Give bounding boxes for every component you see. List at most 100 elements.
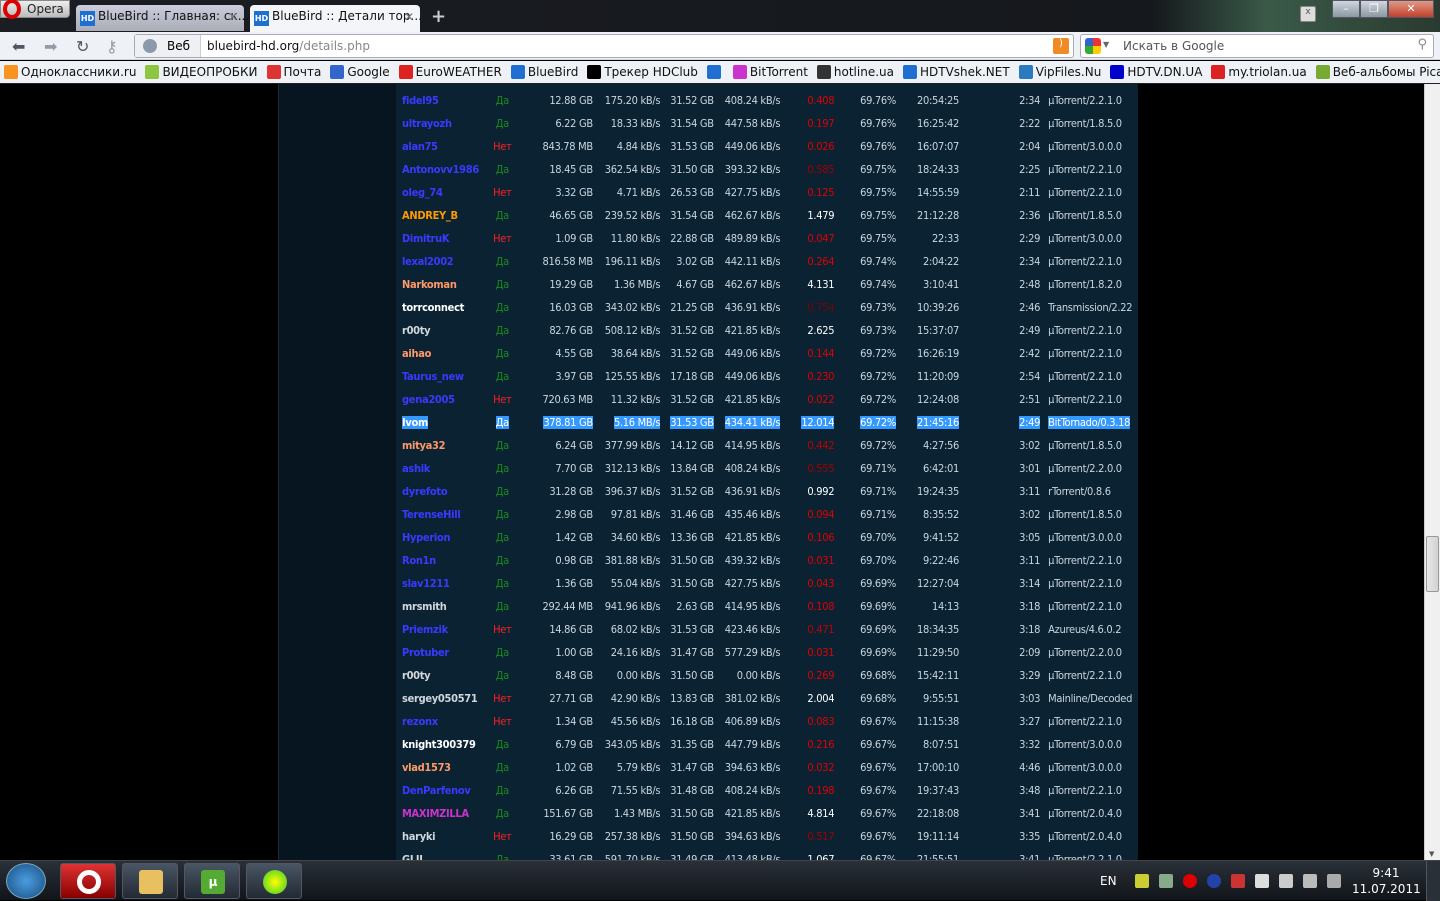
peer-name-cell[interactable]: lexal2002 bbox=[396, 250, 491, 273]
peer-name-cell[interactable]: slav1211 bbox=[396, 572, 491, 595]
language-indicator[interactable]: EN bbox=[1100, 874, 1117, 888]
taskbar-icq[interactable] bbox=[246, 863, 302, 899]
peer-name[interactable]: dyrefoto bbox=[402, 485, 448, 498]
kaspersky-icon[interactable] bbox=[1230, 874, 1245, 888]
peer-name[interactable]: oleg_74 bbox=[402, 186, 443, 199]
bookmark-item[interactable]: Одноклассники.ru bbox=[4, 65, 136, 79]
bookmark-item[interactable] bbox=[706, 65, 724, 79]
close-tab-icon[interactable]: ✕ bbox=[228, 10, 238, 24]
peer-name[interactable]: DenParfenov bbox=[402, 784, 471, 797]
bookmark-item[interactable]: BitTorrent bbox=[732, 65, 808, 79]
peer-name[interactable]: mrsmith bbox=[402, 600, 447, 613]
peer-name[interactable]: aihao bbox=[402, 347, 431, 360]
bookmark-item[interactable]: EuroWEATHER bbox=[398, 65, 502, 79]
close-tab-icon[interactable]: ✕ bbox=[404, 10, 414, 24]
bookmark-item[interactable]: hotline.ua bbox=[816, 65, 894, 79]
peer-name[interactable]: mitya32 bbox=[402, 439, 446, 452]
peer-name[interactable]: Narkoman bbox=[402, 278, 457, 291]
peer-name-cell[interactable]: sergey050571 bbox=[396, 687, 491, 710]
peer-name[interactable]: Ron1n bbox=[402, 554, 436, 567]
peer-name[interactable]: DimitruK bbox=[402, 232, 450, 245]
peer-name[interactable]: vlad1573 bbox=[402, 761, 451, 774]
peer-name-cell[interactable]: aihao bbox=[396, 342, 491, 365]
new-tab-button[interactable]: + bbox=[431, 6, 446, 27]
search-box[interactable]: ▼ Искать в Google ⚲ bbox=[1080, 34, 1434, 58]
key-icon[interactable]: ⚷ bbox=[106, 37, 118, 56]
peer-name-cell[interactable]: mitya32 bbox=[396, 434, 491, 457]
engine-dropdown-icon[interactable]: ▼ bbox=[1103, 40, 1109, 49]
peer-name[interactable]: ashik bbox=[402, 462, 430, 475]
vertical-scrollbar[interactable]: ▼ bbox=[1424, 84, 1440, 860]
peer-name-cell[interactable]: DimitruK bbox=[396, 227, 491, 250]
peer-name[interactable]: Protuber bbox=[402, 646, 449, 659]
action-center-flag-icon[interactable] bbox=[1254, 874, 1269, 888]
rss-feed-icon[interactable]: ) bbox=[1053, 38, 1069, 54]
peer-name-cell[interactable]: TerenseHill bbox=[396, 503, 491, 526]
usb-safe-remove-icon[interactable] bbox=[1158, 874, 1173, 888]
bookmark-item[interactable]: Трекер HDClub bbox=[587, 65, 698, 79]
mail-icon[interactable] bbox=[1134, 874, 1149, 888]
bookmark-item[interactable]: Почта bbox=[266, 65, 321, 79]
peer-name-cell[interactable]: vlad1573 bbox=[396, 756, 491, 779]
peer-name[interactable]: Hyperion bbox=[402, 531, 451, 544]
peer-name[interactable]: TerenseHill bbox=[402, 508, 461, 521]
peer-name[interactable]: torrconnect bbox=[402, 301, 464, 314]
peer-name-cell[interactable]: Ivom bbox=[396, 411, 491, 434]
peer-name[interactable]: gena2005 bbox=[402, 393, 455, 406]
peer-name-cell[interactable]: rezonx bbox=[396, 710, 491, 733]
peer-name-cell[interactable]: MAXIMZILLA bbox=[396, 802, 491, 825]
peer-name-cell[interactable]: Narkoman bbox=[396, 273, 491, 296]
bluetooth-icon[interactable] bbox=[1206, 874, 1221, 888]
bookmark-item[interactable]: HDTVshek.NET bbox=[903, 65, 1010, 79]
peer-name[interactable]: GLII bbox=[402, 853, 423, 860]
reload-icon[interactable]: ↻ bbox=[76, 37, 89, 56]
peer-name-cell[interactable]: ANDREY_B bbox=[396, 204, 491, 227]
google-engine-icon[interactable] bbox=[1085, 38, 1101, 54]
peer-name-cell[interactable]: torrconnect bbox=[396, 296, 491, 319]
peer-name-cell[interactable]: Ron1n bbox=[396, 549, 491, 572]
peer-name-cell[interactable]: gena2005 bbox=[396, 388, 491, 411]
peer-name[interactable]: slav1211 bbox=[402, 577, 450, 590]
bookmark-item[interactable]: Веб-альбомы Picasa - В... bbox=[1315, 65, 1440, 79]
peer-name-cell[interactable]: alan75 bbox=[396, 135, 491, 158]
taskbar-utorrent[interactable]: µ bbox=[184, 863, 240, 899]
bookmark-item[interactable]: my.triolan.ua bbox=[1211, 65, 1307, 79]
peer-name[interactable]: fidel95 bbox=[402, 94, 439, 107]
peer-name-cell[interactable]: GLII bbox=[396, 848, 491, 860]
peer-name-cell[interactable]: dyrefoto bbox=[396, 480, 491, 503]
tab-bluebird-main[interactable]: HD BlueBird :: Главная: ск... ✕ bbox=[76, 5, 249, 31]
peer-name-cell[interactable]: Taurus_new bbox=[396, 365, 491, 388]
minimize-button[interactable]: – bbox=[1332, 0, 1360, 18]
peer-name-cell[interactable]: r00ty bbox=[396, 319, 491, 342]
peer-name[interactable]: Antonovv1986 bbox=[402, 163, 479, 176]
taskbar-opera[interactable] bbox=[60, 863, 116, 899]
peer-name[interactable]: alan75 bbox=[402, 140, 438, 153]
peer-name-cell[interactable]: Antonovv1986 bbox=[396, 158, 491, 181]
peer-name-cell[interactable]: oleg_74 bbox=[396, 181, 491, 204]
tab-bluebird-details[interactable]: HD BlueBird :: Детали тор... ✕ bbox=[250, 5, 422, 32]
bookmark-item[interactable]: Google bbox=[330, 65, 390, 79]
peer-name[interactable]: ultrayozh bbox=[402, 117, 452, 130]
peer-name[interactable]: knight300379 bbox=[402, 738, 476, 751]
bookmark-item[interactable]: VipFiles.Nu bbox=[1018, 65, 1101, 79]
peer-name[interactable]: lexal2002 bbox=[402, 255, 454, 268]
peer-name[interactable]: Priemzik bbox=[402, 623, 448, 636]
opera-tray-icon[interactable] bbox=[1182, 874, 1197, 888]
peer-name[interactable]: Taurus_new bbox=[402, 370, 464, 383]
peer-name-cell[interactable]: r00ty bbox=[396, 664, 491, 687]
peer-name[interactable]: r00ty bbox=[402, 669, 431, 682]
peer-name[interactable]: r00ty bbox=[402, 324, 431, 337]
peer-name[interactable]: sergey050571 bbox=[402, 692, 478, 705]
peer-name-cell[interactable]: ultrayozh bbox=[396, 112, 491, 135]
volume-icon[interactable] bbox=[1326, 874, 1341, 888]
peer-name[interactable]: ANDREY_B bbox=[402, 209, 458, 222]
close-window-button[interactable]: ✕ bbox=[1388, 0, 1434, 18]
taskbar-explorer[interactable] bbox=[122, 863, 178, 899]
address-bar[interactable]: Веб bluebird-hd.org/details.php ) bbox=[134, 34, 1074, 58]
start-button[interactable] bbox=[6, 863, 46, 899]
peer-name-cell[interactable]: Protuber bbox=[396, 641, 491, 664]
back-icon[interactable]: ⬅ bbox=[12, 37, 25, 56]
peer-name-cell[interactable]: haryki bbox=[396, 825, 491, 848]
peer-name[interactable]: haryki bbox=[402, 830, 436, 843]
peer-name-cell[interactable]: ashik bbox=[396, 457, 491, 480]
